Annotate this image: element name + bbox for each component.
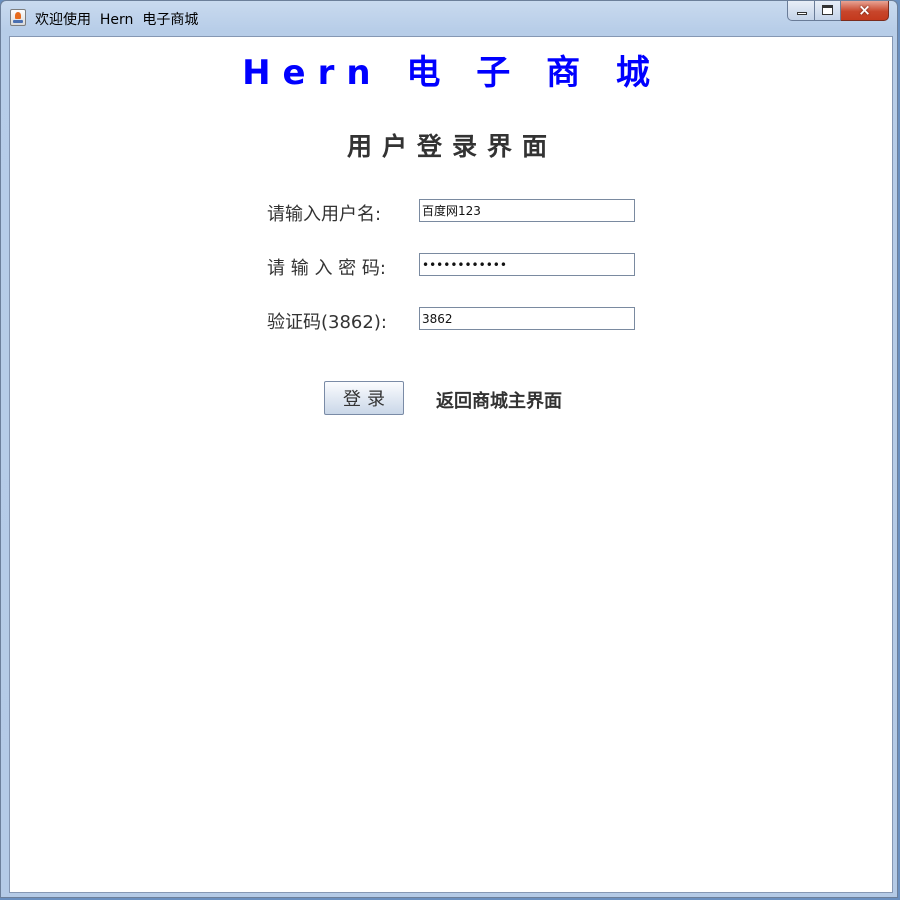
captcha-label: 验证码(3862):	[267, 312, 387, 333]
maximize-button[interactable]	[815, 1, 841, 21]
app-window: 欢迎使用 Hern 电子商城 × Hern 电 子 商 城 用户登录界面 请输入…	[0, 0, 898, 898]
captcha-input[interactable]	[419, 307, 635, 330]
login-panel: Hern 电 子 商 城 用户登录界面 请输入用户名: 请 输 入 密 码: 验…	[9, 36, 893, 893]
store-title: Hern 电 子 商 城	[242, 53, 662, 93]
close-icon: ×	[858, 1, 871, 19]
password-label: 请 输 入 密 码:	[267, 258, 386, 279]
title-bar[interactable]: 欢迎使用 Hern 电子商城 ×	[1, 1, 897, 35]
username-input[interactable]	[419, 199, 635, 222]
java-cup-icon	[10, 9, 26, 26]
minimize-button[interactable]	[787, 1, 815, 21]
back-to-store-link[interactable]: 返回商城主界面	[436, 387, 562, 413]
window-title: 欢迎使用 Hern 电子商城	[35, 12, 199, 28]
login-button[interactable]: 登录	[324, 381, 404, 415]
username-label: 请输入用户名:	[267, 204, 382, 225]
window-controls: ×	[787, 1, 889, 22]
close-button[interactable]: ×	[841, 1, 889, 21]
maximize-icon	[822, 5, 833, 15]
minimize-icon	[797, 12, 807, 15]
password-input[interactable]	[419, 253, 635, 276]
page-title: 用户登录界面	[346, 132, 557, 161]
